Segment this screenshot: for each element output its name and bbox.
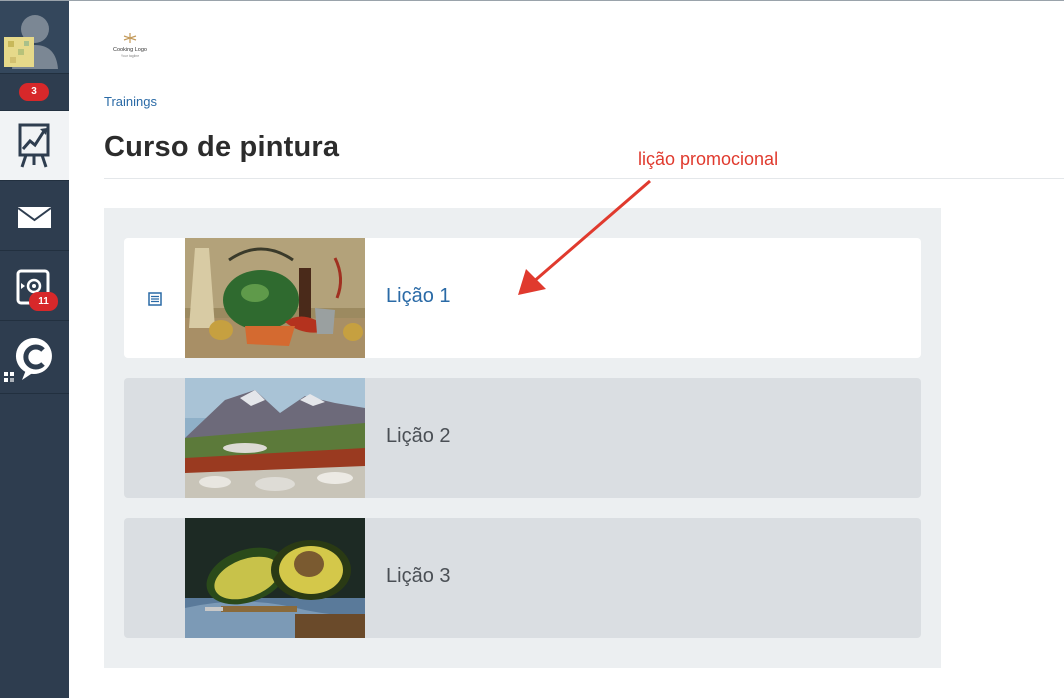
user-avatar[interactable] (0, 1, 69, 74)
user-silhouette-icon (4, 15, 58, 69)
breadcrumb-trainings[interactable]: Trainings (104, 94, 157, 109)
company-logo: Cooking Logo Your tagline (106, 25, 154, 73)
lesson-2-thumbnail (185, 378, 365, 498)
lesson-1-thumbnail (185, 238, 365, 358)
sidebar-item-trainings[interactable] (0, 111, 69, 181)
lesson-2-title[interactable]: Lição 2 (386, 425, 451, 448)
sidebar: 3 11 (0, 1, 69, 698)
presentation-chart-icon (18, 123, 50, 168)
promo-annotation-label: lição promocional (628, 145, 789, 174)
annotation-arrow-icon (518, 179, 651, 295)
lesson-3-title[interactable]: Lição 3 (386, 565, 451, 588)
document-list-icon (148, 292, 162, 306)
lesson-1-title[interactable]: Lição 1 (386, 285, 451, 308)
notifications-badge: 3 (19, 83, 49, 101)
logo-tagline: Your tagline (121, 54, 139, 58)
notifications-row[interactable]: 3 (0, 74, 69, 111)
lesson-card-2[interactable]: Lição 2 (124, 378, 921, 498)
page-title: Curso de pintura (104, 131, 340, 163)
settings-badge: 11 (29, 292, 58, 311)
mail-icon (17, 207, 52, 228)
sidebar-item-settings[interactable]: 11 (0, 251, 69, 321)
sidebar-item-mail[interactable] (0, 181, 69, 251)
lesson-card-3[interactable]: Lição 3 (124, 518, 921, 638)
logo-text: Cooking Logo (113, 47, 147, 53)
chat-c-icon (4, 338, 52, 382)
lesson-3-thumbnail (185, 518, 365, 638)
sidebar-item-chat[interactable] (0, 322, 69, 394)
